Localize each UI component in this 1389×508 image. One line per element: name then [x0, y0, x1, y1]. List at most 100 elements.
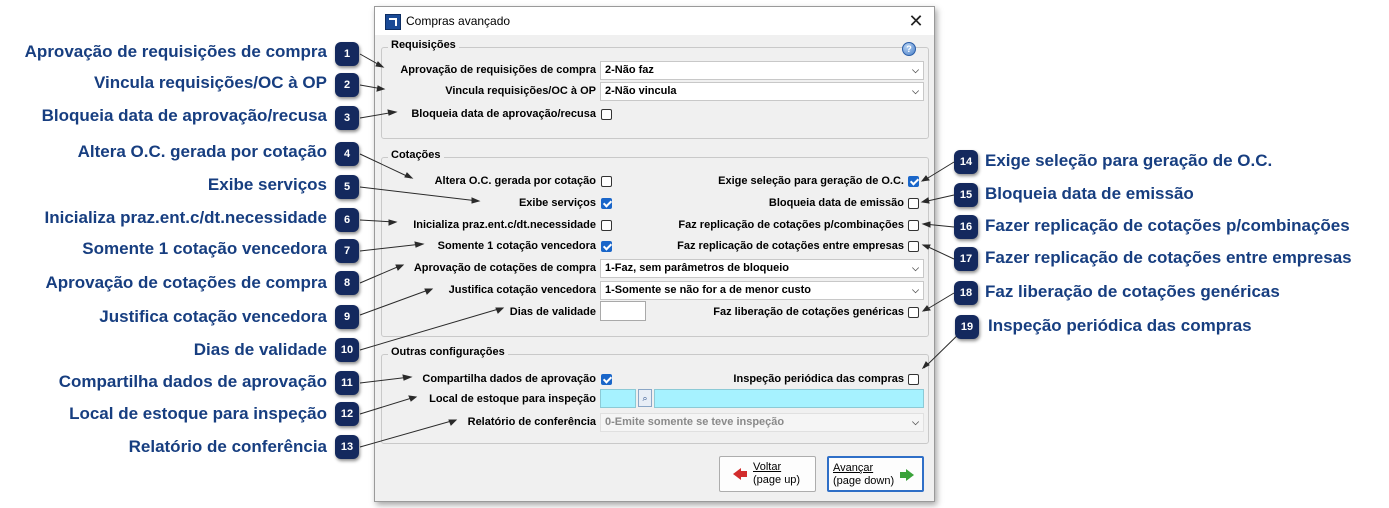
callout-badge: 10 [335, 338, 359, 362]
window-title: Compras avançado [406, 14, 511, 28]
checkbox-exibe-servicos[interactable] [601, 198, 612, 209]
chevron-down-icon: ⌵ [912, 86, 919, 96]
callout-badge: 5 [335, 175, 359, 199]
select-aprov-cot[interactable]: 1-Faz, sem parâmetros de bloqueio ⌵ [600, 259, 924, 278]
voltar-button[interactable]: Voltar (page up) [719, 456, 816, 492]
avancar-button[interactable]: Avançar (page down) [827, 456, 924, 492]
voltar-shortcut: (page up) [753, 474, 801, 486]
checkbox-exige-selecao[interactable] [908, 176, 919, 187]
callout-badge: 6 [335, 208, 359, 232]
checkbox-inicializa-praz[interactable] [601, 220, 612, 231]
callout-label: Inicializa praz.ent.c/dt.necessidade [44, 208, 328, 227]
label-exige-selecao: Exige seleção para geração de O.C. [718, 175, 904, 187]
callout-label: Aprovação de requisições de compra [24, 42, 327, 61]
checkbox-replic-comb[interactable] [908, 220, 919, 231]
callout-label: Exige seleção para geração de O.C. [985, 151, 1273, 170]
chevron-down-icon: ⌵ [912, 263, 919, 273]
group-title-cotacoes: Cotações [388, 149, 444, 161]
callout-badge: 16 [954, 215, 978, 239]
callout-label: Inspeção periódica das compras [988, 316, 1252, 335]
callout-label: Somente 1 cotação vencedora [82, 239, 327, 258]
checkbox-bloqueia-aprov[interactable] [601, 109, 612, 120]
label-justifica: Justifica cotação vencedora [448, 284, 596, 296]
callout-label: Compartilha dados de aprovação [58, 372, 327, 391]
callout-label: Dias de validade [193, 340, 327, 359]
label-aprov-req: Aprovação de requisições de compra [400, 64, 596, 76]
callout-badge: 19 [955, 315, 979, 339]
compras-avancado-dialog: Compras avançado ✕ Requisições ? Aprovaç… [374, 6, 935, 502]
label-relatorio: Relatório de conferência [467, 416, 596, 428]
label-inspecao: Inspeção periódica das compras [733, 373, 904, 385]
arrow-left-icon [733, 468, 747, 480]
callout-badge: 14 [954, 150, 978, 174]
label-altera-oc: Altera O.C. gerada por cotação [434, 175, 596, 187]
label-dias-validade: Dias de validade [509, 306, 596, 318]
label-replic-comb: Faz replicação de cotações p/combinações [678, 219, 904, 231]
label-somente-1: Somente 1 cotação vencedora [437, 240, 596, 252]
checkbox-replic-emp[interactable] [908, 241, 919, 252]
avancar-shortcut: (page down) [833, 475, 895, 487]
callout-badge: 17 [954, 247, 978, 271]
group-title-outras: Outras configurações [388, 346, 508, 358]
label-exibe-servicos: Exibe serviços [518, 197, 596, 209]
arrow-right-icon [900, 469, 914, 481]
callout-label: Faz liberação de cotações genéricas [985, 282, 1280, 301]
lookup-search-icon[interactable]: ⌕ [638, 389, 652, 407]
callout-label: Fazer replicação de cotações entre empre… [985, 248, 1352, 267]
label-replic-emp: Faz replicação de cotações entre empresa… [677, 240, 904, 252]
input-dias-validade[interactable] [600, 301, 646, 321]
select-relatorio[interactable]: 0-Emite somente se teve inspeção ⌵ [600, 413, 924, 432]
close-icon[interactable]: ✕ [906, 11, 926, 31]
callout-label: Altera O.C. gerada por cotação [77, 142, 327, 161]
app-icon [385, 14, 401, 30]
label-aprov-cot: Aprovação de cotações de compra [413, 262, 596, 274]
callout-label: Vincula requisições/OC à OP [93, 73, 327, 92]
callout-label: Bloqueia data de aprovação/recusa [41, 106, 327, 125]
select-vincula-req[interactable]: 2-Não vincula ⌵ [600, 82, 924, 101]
callout-badge: 7 [335, 239, 359, 263]
callout-label: Bloqueia data de emissão [985, 184, 1194, 203]
checkbox-altera-oc[interactable] [601, 176, 612, 187]
callout-badge: 11 [335, 371, 359, 395]
callout-badge: 2 [335, 73, 359, 97]
callout-label: Justifica cotação vencedora [99, 307, 327, 326]
callout-badge: 13 [335, 435, 359, 459]
callout-label: Fazer replicação de cotações p/combinaçõ… [985, 216, 1350, 235]
input-local-estoque-code[interactable] [600, 389, 636, 408]
input-local-estoque-description[interactable] [654, 389, 924, 408]
help-icon[interactable]: ? [902, 42, 916, 56]
avancar-button-text: Avançar (page down) [833, 462, 894, 488]
label-inicializa-praz: Inicializa praz.ent.c/dt.necessidade [413, 219, 596, 231]
voltar-label: Voltar [753, 461, 782, 473]
group-title-requisicoes: Requisições [388, 39, 459, 51]
label-vincula-req: Vincula requisições/OC à OP [445, 85, 596, 97]
callout-label: Exibe serviços [207, 175, 327, 194]
callout-label: Aprovação de cotações de compra [45, 273, 327, 292]
checkbox-somente-1[interactable] [601, 241, 612, 252]
callout-badge: 4 [335, 142, 359, 166]
callout-badge: 15 [954, 183, 978, 207]
callout-badge: 9 [335, 305, 359, 329]
callout-badge: 3 [335, 106, 359, 130]
chevron-down-icon: ⌵ [912, 285, 919, 295]
label-compartilha: Compartilha dados de aprovação [422, 373, 596, 385]
callout-label: Relatório de conferência [128, 437, 327, 456]
label-liberacao: Faz liberação de cotações genéricas [713, 306, 904, 318]
chevron-down-icon: ⌵ [912, 65, 919, 75]
select-justifica[interactable]: 1-Somente se não for a de menor custo ⌵ [600, 281, 924, 300]
voltar-button-text: Voltar (page up) [753, 461, 800, 487]
chevron-down-icon: ⌵ [912, 417, 919, 427]
callout-badge: 12 [335, 402, 359, 426]
select-aprov-req[interactable]: 2-Não faz ⌵ [600, 61, 924, 80]
callout-badge: 8 [335, 271, 359, 295]
label-bloqueia-emissao: Bloqueia data de emissão [768, 197, 904, 209]
callout-label: Local de estoque para inspeção [69, 404, 327, 423]
avancar-label: Avançar [833, 462, 874, 474]
label-local-estoque: Local de estoque para inspeção [429, 393, 596, 405]
callout-badge: 18 [954, 281, 978, 305]
callout-badge: 1 [335, 42, 359, 66]
checkbox-inspecao[interactable] [908, 374, 919, 385]
checkbox-compartilha[interactable] [601, 374, 612, 385]
checkbox-liberacao[interactable] [908, 307, 919, 318]
checkbox-bloqueia-emissao[interactable] [908, 198, 919, 209]
